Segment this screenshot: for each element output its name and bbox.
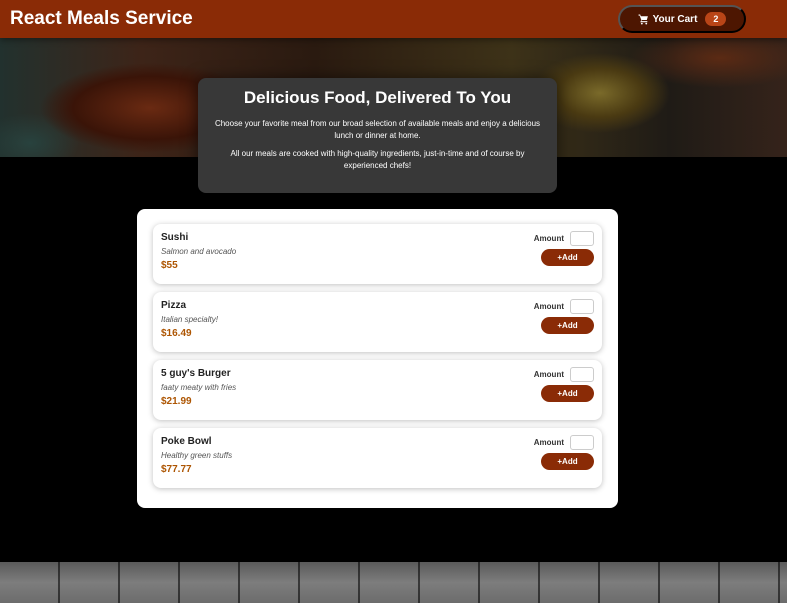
app-title: React Meals Service — [10, 8, 193, 29]
add-to-cart-button[interactable]: +Add — [541, 453, 594, 470]
summary-paragraph: All our meals are cooked with high-quali… — [230, 149, 525, 170]
summary-heading: Delicious Food, Delivered To You — [243, 88, 512, 107]
amount-input[interactable] — [570, 231, 594, 246]
add-to-cart-button[interactable]: +Add — [541, 317, 594, 334]
add-to-cart-button[interactable]: +Add — [541, 249, 594, 266]
amount-input[interactable] — [570, 435, 594, 450]
amount-input[interactable] — [570, 299, 594, 314]
cart-icon — [638, 14, 648, 25]
amount-label: Amount — [533, 234, 564, 243]
amount-label: Amount — [533, 370, 564, 379]
meal-item: Poke Bowl Healthy green stuffs $77.77 Am… — [153, 428, 602, 488]
app-header: React Meals Service Your Cart 2 — [0, 0, 787, 38]
cart-button[interactable]: Your Cart 2 — [618, 5, 746, 33]
wood-floor-background — [0, 562, 787, 603]
meals-summary: Delicious Food, Delivered To You Choose … — [198, 78, 557, 193]
amount-input[interactable] — [570, 367, 594, 382]
add-to-cart-button[interactable]: +Add — [541, 385, 594, 402]
amount-label: Amount — [533, 302, 564, 311]
amount-label: Amount — [533, 438, 564, 447]
meal-item: Sushi Salmon and avocado $55 Amount +Add — [153, 224, 602, 284]
cart-count-badge: 2 — [705, 12, 727, 26]
available-meals-card: Sushi Salmon and avocado $55 Amount +Add… — [137, 209, 618, 508]
meal-item: 5 guy's Burger faaty meaty with fries $2… — [153, 360, 602, 420]
meal-form: Amount +Add — [524, 367, 594, 402]
cart-label: Your Cart — [652, 13, 698, 25]
meal-form: Amount +Add — [524, 435, 594, 470]
meal-form: Amount +Add — [524, 299, 594, 334]
summary-paragraph: Choose your favorite meal from our broad… — [214, 119, 541, 140]
meal-item: Pizza Italian specialty! $16.49 Amount +… — [153, 292, 602, 352]
meal-form: Amount +Add — [524, 231, 594, 266]
